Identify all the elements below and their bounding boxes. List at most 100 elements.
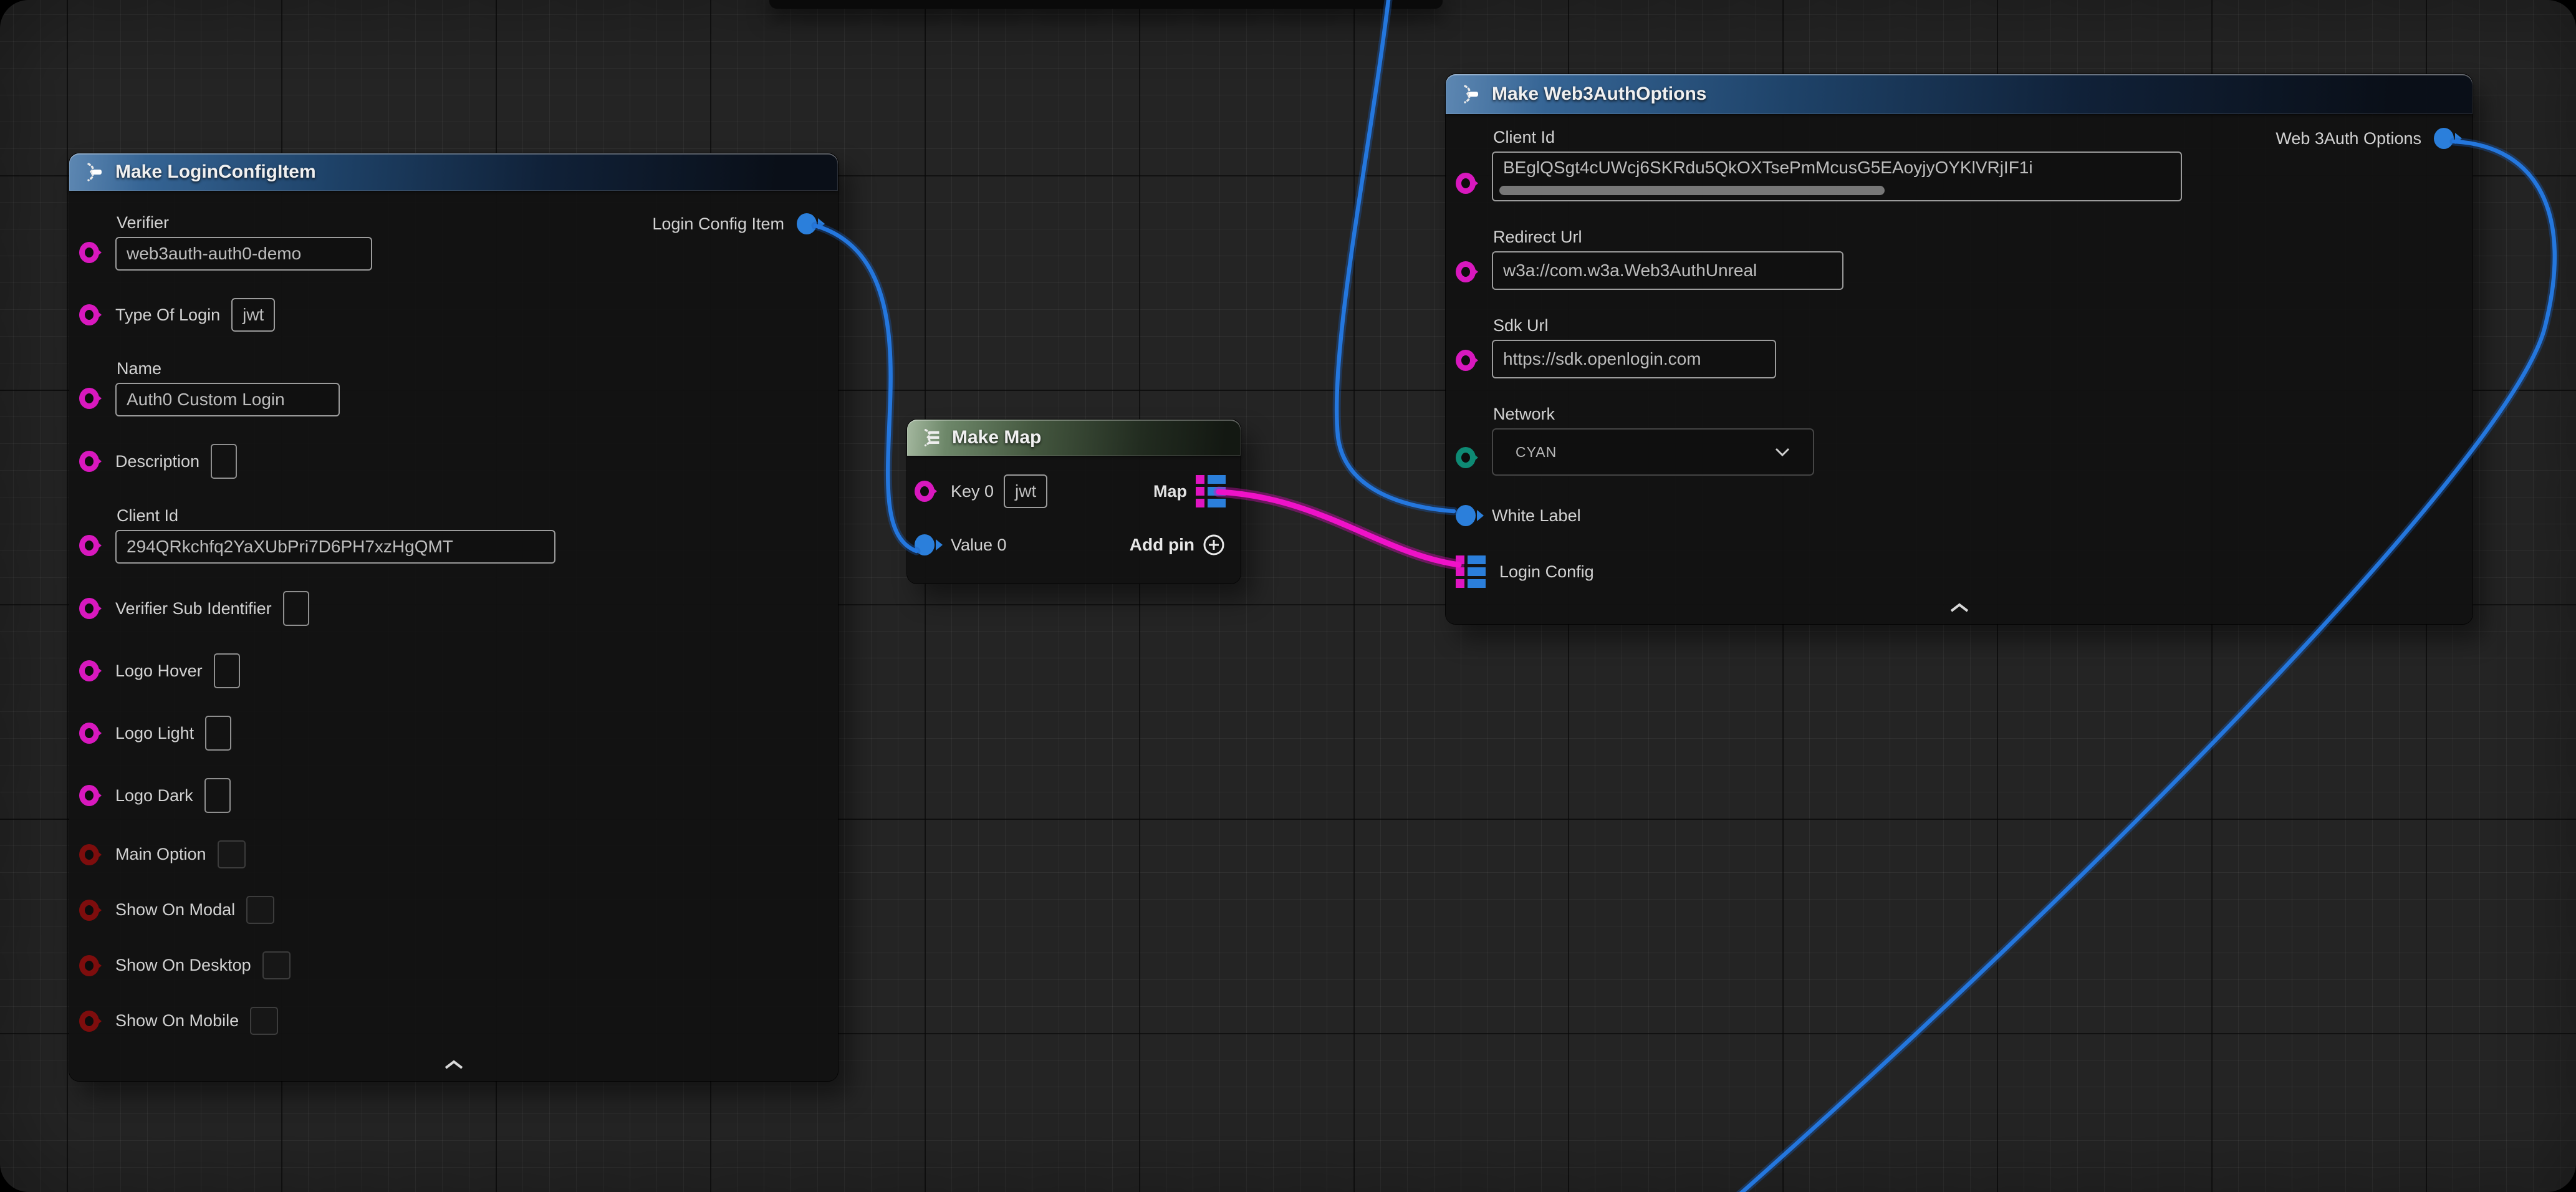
pin-key0[interactable] bbox=[915, 481, 935, 502]
output-pin-login-config-item[interactable] bbox=[797, 213, 817, 234]
pin-label: Main Option bbox=[115, 845, 206, 864]
make-struct-icon bbox=[1458, 82, 1483, 107]
show-on-desktop-checkbox[interactable] bbox=[262, 951, 291, 979]
pin-label: Show On Mobile bbox=[115, 1011, 239, 1031]
pin-row-logo-hover: Logo Hover bbox=[79, 653, 822, 688]
pin-label: Login Config bbox=[1499, 562, 1594, 582]
pin-label: Redirect Url bbox=[1493, 228, 1843, 247]
pin-row-redirect-url: Redirect Url w3a://com.w3a.Web3AuthUnrea… bbox=[1456, 228, 2454, 290]
pin-label: Network bbox=[1493, 405, 1814, 424]
description-input[interactable] bbox=[211, 444, 237, 479]
pin-label: Verifier Sub Identifier bbox=[115, 599, 272, 618]
pin-row-logo-light: Logo Light bbox=[79, 716, 822, 751]
pin-row-white-label: White Label bbox=[1456, 502, 2454, 529]
pin-logo-light[interactable] bbox=[79, 723, 99, 744]
pin-show-on-desktop[interactable] bbox=[79, 955, 99, 976]
pin-label: Client Id bbox=[117, 506, 555, 526]
pin-row-verifier-sub-identifier: Verifier Sub Identifier bbox=[79, 591, 822, 626]
pin-row-main-option: Main Option bbox=[79, 840, 822, 868]
pin-label: Key 0 bbox=[951, 482, 994, 501]
collapse-node-button[interactable] bbox=[1946, 602, 1973, 614]
node-header[interactable]: Make Map bbox=[907, 420, 1241, 456]
pin-login-config[interactable] bbox=[1456, 555, 1486, 588]
type-of-login-input[interactable]: jwt bbox=[231, 298, 275, 332]
pin-show-on-mobile[interactable] bbox=[79, 1011, 99, 1032]
node-header[interactable]: Make LoginConfigItem bbox=[69, 153, 838, 191]
pin-redirect-url[interactable] bbox=[1456, 261, 1476, 282]
key0-input[interactable]: jwt bbox=[1004, 474, 1047, 508]
pin-value0[interactable] bbox=[915, 534, 935, 555]
name-input[interactable]: Auth0 Custom Login bbox=[115, 383, 340, 416]
output-pin-web3auth-options[interactable] bbox=[2434, 128, 2454, 149]
wire-offscreen-to-white-label[interactable] bbox=[1337, 0, 1454, 511]
pin-row-sdk-url: Sdk Url https://sdk.openlogin.com bbox=[1456, 316, 2454, 378]
show-on-modal-checkbox[interactable] bbox=[246, 896, 274, 924]
logo-dark-input[interactable] bbox=[204, 778, 231, 813]
output-pin-label: Web 3Auth Options bbox=[2276, 129, 2421, 148]
pin-row-key0: Key 0 jwt Map bbox=[915, 474, 1226, 508]
pin-network[interactable] bbox=[1456, 447, 1476, 468]
pin-logo-hover[interactable] bbox=[79, 660, 99, 681]
node-header[interactable]: Make Web3AuthOptions bbox=[1446, 74, 2473, 114]
pin-row-login-config: Login Config bbox=[1456, 555, 2454, 588]
wire-map-to-login-config[interactable] bbox=[1219, 492, 1459, 565]
pin-row-show-on-desktop: Show On Desktop bbox=[79, 951, 822, 979]
pin-type-of-login[interactable] bbox=[79, 304, 99, 325]
client-id-input[interactable]: 294QRkchfq2YaXUbPri7D6PH7xzHgQMT bbox=[115, 530, 555, 564]
client-id-input[interactable]: BEglQSgt4cUWcj6SKRdu5QkOXTsePmMcusG5EAoy… bbox=[1492, 151, 2182, 201]
verifier-sub-identifier-input[interactable] bbox=[283, 591, 309, 626]
pin-row-network: Network CYAN bbox=[1456, 405, 2454, 476]
network-dropdown-value: CYAN bbox=[1516, 444, 1557, 461]
pin-white-label[interactable] bbox=[1456, 505, 1476, 526]
pin-verifier-sub-identifier[interactable] bbox=[79, 598, 99, 619]
make-map-icon bbox=[920, 426, 943, 449]
node-make-web3authoptions[interactable]: Make Web3AuthOptions Web 3Auth Options C… bbox=[1446, 74, 2473, 624]
output-pin-label: Map bbox=[1153, 482, 1187, 501]
pin-description[interactable] bbox=[79, 451, 99, 472]
node-title: Make LoginConfigItem bbox=[115, 161, 316, 183]
show-on-mobile-checkbox[interactable] bbox=[250, 1007, 278, 1035]
output-row-web3auth-options: Web 3Auth Options bbox=[2276, 128, 2454, 149]
pin-label: Description bbox=[115, 452, 199, 471]
pin-logo-dark[interactable] bbox=[79, 785, 99, 806]
network-dropdown[interactable]: CYAN bbox=[1492, 428, 1814, 476]
pin-label: Verifier bbox=[117, 213, 372, 233]
pin-label: Client Id bbox=[1493, 128, 2182, 147]
add-pin-button[interactable] bbox=[1202, 533, 1226, 557]
sdk-url-input[interactable]: https://sdk.openlogin.com bbox=[1492, 340, 1776, 378]
collapse-node-button[interactable] bbox=[441, 1059, 467, 1071]
node-title: Make Map bbox=[952, 427, 1041, 448]
pin-label: Type Of Login bbox=[115, 305, 220, 325]
blueprint-graph-canvas[interactable]: Make LoginConfigItem Login Config Item V… bbox=[0, 0, 2576, 1192]
node-make-loginconfigitem[interactable]: Make LoginConfigItem Login Config Item V… bbox=[69, 153, 838, 1081]
horizontal-scrollbar[interactable] bbox=[1499, 186, 1885, 195]
redirect-url-input[interactable]: w3a://com.w3a.Web3AuthUnreal bbox=[1492, 251, 1843, 290]
pin-client-id[interactable] bbox=[79, 535, 99, 556]
pin-client-id[interactable] bbox=[1456, 173, 1476, 194]
pin-show-on-modal[interactable] bbox=[79, 900, 99, 921]
pin-label: Logo Dark bbox=[115, 786, 193, 805]
pin-main-option[interactable] bbox=[79, 844, 99, 865]
output-pin-map[interactable] bbox=[1196, 475, 1226, 507]
logo-hover-input[interactable] bbox=[214, 653, 240, 688]
pin-verifier[interactable] bbox=[79, 242, 99, 263]
pin-label: Show On Modal bbox=[115, 900, 235, 920]
logo-light-input[interactable] bbox=[205, 716, 231, 751]
pin-label: White Label bbox=[1492, 506, 1581, 526]
pin-label: Logo Light bbox=[115, 724, 194, 743]
pin-sdk-url[interactable] bbox=[1456, 350, 1476, 371]
offscreen-node-stub[interactable] bbox=[769, 0, 1443, 9]
verifier-input[interactable]: web3auth-auth0-demo bbox=[115, 237, 372, 271]
pin-row-value0: Value 0 Add pin bbox=[915, 533, 1226, 557]
pin-row-show-on-modal: Show On Modal bbox=[79, 896, 822, 924]
pin-label: Value 0 bbox=[951, 536, 1007, 555]
pin-name[interactable] bbox=[79, 388, 99, 409]
pin-row-show-on-mobile: Show On Mobile bbox=[79, 1007, 822, 1035]
main-option-checkbox[interactable] bbox=[218, 840, 246, 868]
make-struct-icon bbox=[82, 160, 107, 185]
pin-row-client-id: Client Id 294QRkchfq2YaXUbPri7D6PH7xzHgQ… bbox=[79, 506, 822, 564]
add-pin-label: Add pin bbox=[1130, 535, 1194, 555]
node-title: Make Web3AuthOptions bbox=[1492, 84, 1706, 105]
node-make-map[interactable]: Make Map Key 0 jwt Map Value 0 bbox=[907, 420, 1241, 584]
pin-row-logo-dark: Logo Dark bbox=[79, 778, 822, 813]
